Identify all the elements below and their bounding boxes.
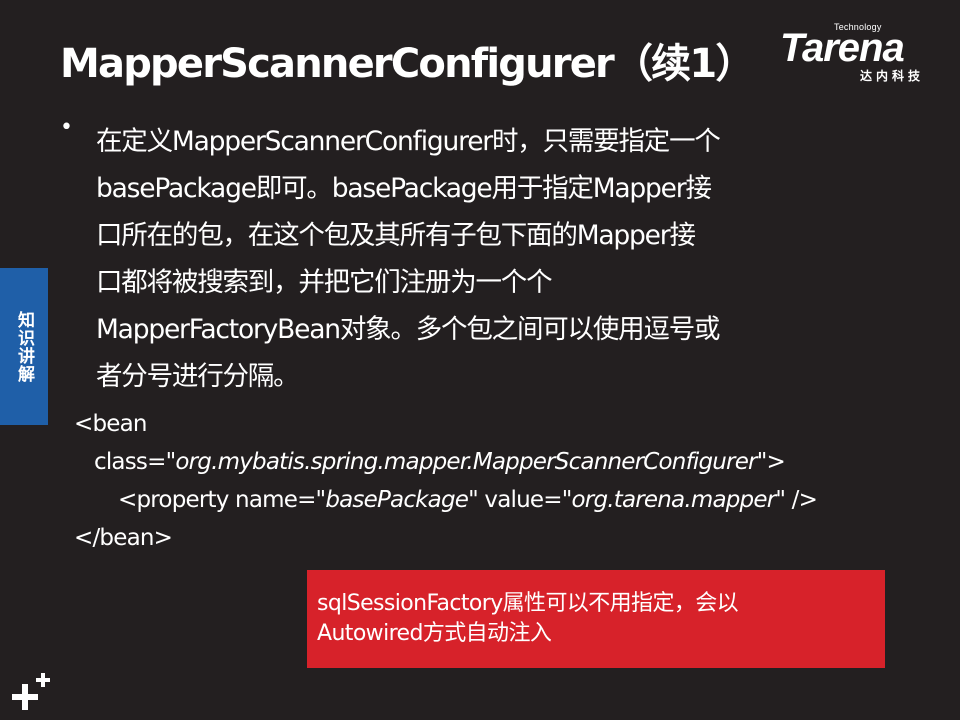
- code-property-suffix: " />: [775, 487, 818, 513]
- side-tab-label: 知识讲解: [14, 310, 34, 383]
- code-line-2: class="org.mybatis.spring.mapper.MapperS…: [74, 443, 954, 481]
- tarena-logo: Technology Tarena 达内科技: [780, 22, 948, 88]
- side-tab: 知识讲解: [0, 268, 48, 425]
- code-property-prefix: <property name=": [118, 487, 326, 513]
- plus-icon: [12, 673, 50, 710]
- note-box: sqlSessionFactory属性可以不用指定，会以 Autowired方式…: [307, 570, 885, 668]
- code-property-mid: " value=": [468, 487, 572, 513]
- code-line-4: </bean>: [74, 519, 954, 557]
- code-bean-close: </bean>: [74, 525, 173, 551]
- bullet-dot-icon: •: [60, 115, 73, 140]
- slide: MapperScannerConfigurer（续1） Technology T…: [0, 0, 960, 720]
- note-text: sqlSessionFactory属性可以不用指定，会以 Autowired方式…: [317, 591, 739, 646]
- slide-title: MapperScannerConfigurer（续1）: [60, 41, 755, 87]
- code-property-value: org.tarena.mapper: [571, 487, 777, 513]
- code-line-3: <property name="basePackage" value="org.…: [74, 481, 954, 519]
- code-class-suffix: ">: [756, 449, 786, 475]
- code-block: <bean class="org.mybatis.spring.mapper.M…: [74, 405, 954, 557]
- code-property-name: basePackage: [325, 487, 469, 513]
- logo-subtitle-text: 达内科技: [860, 69, 925, 83]
- code-class-prefix: class=": [94, 449, 176, 475]
- code-class-value: org.mybatis.spring.mapper.MapperScannerC…: [175, 449, 757, 475]
- bullet-paragraph: 在定义MapperScannerConfigurer时，只需要指定一个 base…: [96, 126, 721, 392]
- code-line-1: <bean: [74, 405, 954, 443]
- code-bean-open: <bean: [74, 411, 147, 437]
- logo-brand-text: Tarena: [780, 26, 905, 70]
